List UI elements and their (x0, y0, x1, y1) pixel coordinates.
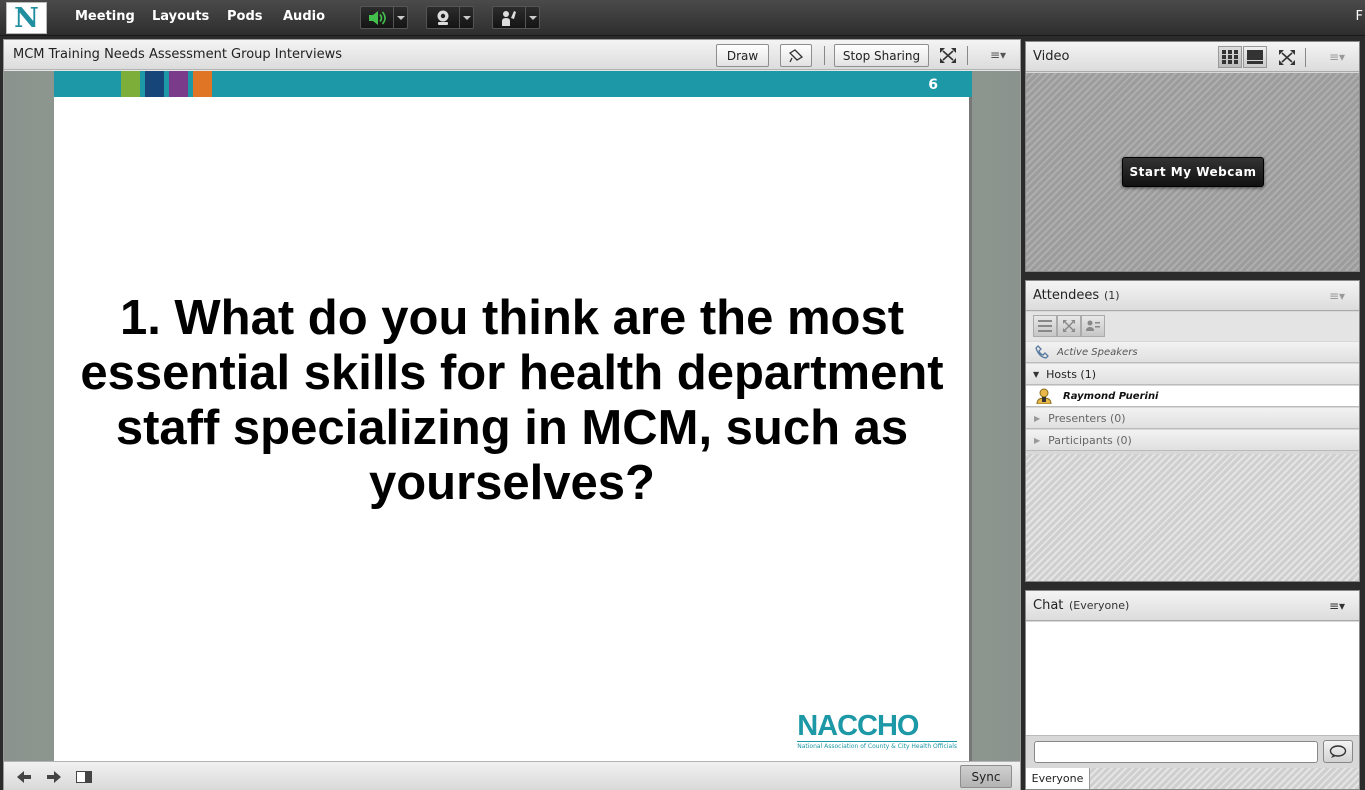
chat-input[interactable] (1034, 741, 1318, 763)
share-stage: 6 1. What do you think are the most esse… (4, 71, 1020, 761)
naccho-logo-subtext: National Association of County & City He… (797, 741, 957, 750)
chevron-down-icon (462, 15, 471, 20)
divider (824, 46, 825, 65)
expand-right-icon[interactable]: ▶ (1034, 414, 1040, 423)
video-pod-header: Video ≡▾ (1026, 42, 1359, 72)
attendees-pod-title: Attendees (1033, 288, 1100, 303)
topbar-right-text[interactable]: F (1356, 9, 1363, 24)
speaker-dropdown[interactable] (393, 7, 407, 28)
chat-tab-bar: Everyone (1026, 768, 1359, 789)
previous-slide-icon[interactable] (16, 769, 32, 783)
pointer-icon (788, 48, 804, 62)
list-view-button[interactable] (1033, 315, 1057, 337)
chevron-down-icon (396, 15, 405, 20)
presentation-slide: 6 1. What do you think are the most esse… (54, 71, 972, 761)
webcam-dropdown[interactable] (459, 7, 473, 28)
speaker-button[interactable] (360, 6, 408, 29)
slide-header-band: 6 (54, 71, 972, 97)
breakout-icon (1063, 320, 1075, 332)
expand-down-icon[interactable]: ▼ (1033, 370, 1039, 379)
share-pod-footer: Sync (4, 761, 1020, 790)
webcam-icon[interactable] (427, 7, 459, 28)
menu-layouts[interactable]: Layouts (152, 9, 209, 24)
list-view-icon (1038, 320, 1052, 332)
active-speakers-label: Active Speakers (1057, 346, 1138, 358)
menu-pods[interactable]: Pods (227, 9, 263, 24)
start-webcam-button[interactable]: Start My Webcam (1122, 157, 1264, 187)
naccho-logo: NACCHO National Association of County & … (797, 711, 957, 750)
participants-label: Participants (0) (1048, 433, 1132, 447)
attendees-empty-area (1026, 454, 1359, 581)
pointer-tool-button[interactable] (780, 44, 812, 67)
divider (967, 46, 968, 65)
sidebar-toggle-icon[interactable] (76, 769, 92, 783)
attendee-row[interactable]: Raymond Puerini (1026, 386, 1359, 407)
draw-button[interactable]: Draw (716, 44, 769, 67)
video-area: Start My Webcam (1026, 73, 1359, 271)
top-menu-bar: N Meeting Layouts Pods Audio F (0, 0, 1365, 36)
video-pod-title: Video (1033, 49, 1070, 64)
chat-pod-header: Chat (Everyone) ≡▾ (1026, 591, 1359, 621)
menu-audio[interactable]: Audio (283, 9, 325, 24)
filmstrip-view-button[interactable] (1243, 46, 1267, 68)
attendee-status-button[interactable] (1081, 315, 1105, 337)
attendees-pod-header: Attendees (1) ≡▾ (1026, 281, 1359, 311)
active-speakers-row: Active Speakers (1026, 342, 1359, 363)
chat-tab-everyone[interactable]: Everyone (1026, 768, 1090, 789)
hosts-group-row[interactable]: ▼ Hosts (1) (1026, 364, 1359, 385)
chat-send-button[interactable] (1323, 740, 1353, 763)
speech-bubble-icon (1329, 744, 1347, 758)
grid-view-icon (1222, 50, 1238, 64)
chat-scope: (Everyone) (1069, 599, 1130, 612)
phone-icon (1035, 345, 1049, 359)
presenters-group-row[interactable]: ▶ Presenters (0) (1026, 408, 1359, 429)
logo-letter: N (14, 2, 39, 34)
presenters-label: Presenters (0) (1048, 411, 1126, 425)
pod-options-menu-icon[interactable]: ≡▾ (1329, 50, 1345, 64)
share-pod: MCM Training Needs Assessment Group Inte… (3, 39, 1021, 790)
breakout-view-button[interactable] (1057, 315, 1081, 337)
slide-number: 6 (928, 77, 938, 93)
grid-view-button[interactable] (1218, 46, 1242, 68)
raise-hand-button[interactable] (492, 6, 540, 29)
chat-pod: Chat (Everyone) ≡▾ Everyone (1025, 590, 1360, 790)
sync-button[interactable]: Sync (960, 765, 1012, 788)
slide-color-bar (193, 71, 212, 97)
participants-group-row[interactable]: ▶ Participants (0) (1026, 430, 1359, 451)
chat-message-area (1026, 622, 1359, 736)
hosts-label: Hosts (1) (1046, 367, 1097, 381)
fullscreen-icon[interactable] (939, 47, 957, 68)
naccho-logo-text: NACCHO (797, 710, 919, 742)
share-pod-title: MCM Training Needs Assessment Group Inte… (13, 47, 342, 62)
next-slide-icon[interactable] (46, 769, 62, 783)
stop-sharing-button[interactable]: Stop Sharing (834, 44, 929, 67)
fullscreen-icon[interactable] (1278, 49, 1296, 70)
slide-question-text: 1. What do you think are the most essent… (80, 291, 944, 510)
slide-color-bar (145, 71, 164, 97)
divider (1305, 48, 1306, 67)
attendees-toolbar (1026, 312, 1359, 341)
menu-meeting[interactable]: Meeting (75, 9, 135, 24)
pod-options-menu-icon[interactable]: ≡▾ (1329, 599, 1345, 613)
slide-color-bar (121, 71, 140, 97)
host-user-icon (1036, 388, 1052, 404)
pod-options-menu-icon[interactable]: ≡▾ (990, 48, 1006, 62)
app-logo: N (6, 2, 47, 34)
attendees-pod: Attendees (1) ≡▾ Active Speakers ▼ Hosts… (1025, 280, 1360, 582)
speaker-icon[interactable] (361, 7, 393, 28)
video-pod: Video ≡▾ Start My Webcam (1025, 41, 1360, 272)
chat-pod-title: Chat (1033, 598, 1064, 613)
share-pod-header: MCM Training Needs Assessment Group Inte… (4, 40, 1020, 70)
raise-hand-icon[interactable] (493, 7, 525, 28)
attendee-name: Raymond Puerini (1063, 390, 1159, 402)
attendee-count: (1) (1104, 289, 1120, 302)
webcam-toggle-button[interactable] (426, 6, 474, 29)
chevron-down-icon (528, 15, 537, 20)
status-dropdown[interactable] (525, 7, 539, 28)
pod-options-menu-icon[interactable]: ≡▾ (1329, 289, 1345, 303)
person-list-icon (1086, 320, 1100, 331)
expand-right-icon[interactable]: ▶ (1034, 436, 1040, 445)
slide-color-bar (169, 71, 188, 97)
filmstrip-view-icon (1247, 50, 1263, 64)
